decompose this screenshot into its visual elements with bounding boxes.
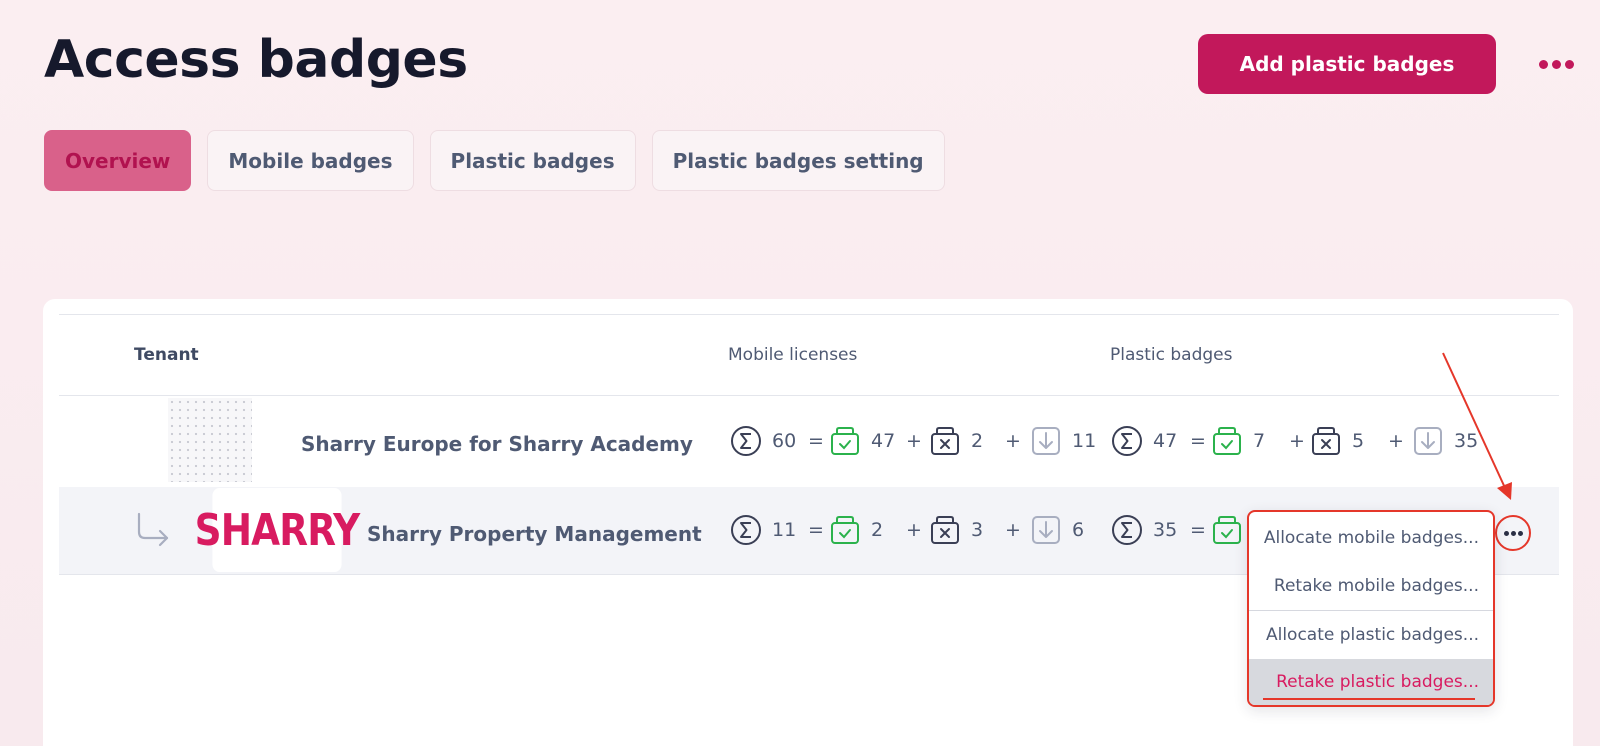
more-icon[interactable] <box>1534 48 1578 80</box>
mobile-total: 11 <box>730 514 796 546</box>
mobile-active: 2 <box>829 514 883 546</box>
plus-sign: + <box>906 519 922 541</box>
badge-available-icon <box>1412 425 1444 457</box>
badge-active-icon <box>829 514 861 546</box>
mobile-available: 6 <box>1030 514 1084 546</box>
tab-mobile-badges[interactable]: Mobile badges <box>207 130 414 191</box>
menu-divider <box>1249 610 1493 611</box>
plastic-total: 47 <box>1111 425 1177 457</box>
mobile-blocked: 3 <box>929 514 983 546</box>
plus-sign: + <box>1289 430 1305 452</box>
divider <box>59 314 1559 315</box>
tenant-name[interactable]: Sharry Property Management <box>367 522 702 546</box>
mobile-blocked: 2 <box>929 425 983 457</box>
menu-item-retake-mobile[interactable]: Retake mobile badges... <box>1274 576 1479 596</box>
badge-available-icon <box>1030 514 1062 546</box>
equals-sign: = <box>1190 430 1206 452</box>
subtenant-arrow-icon <box>137 512 169 547</box>
tab-plastic-badges-setting[interactable]: Plastic badges setting <box>651 130 945 191</box>
sum-icon <box>730 514 762 546</box>
plastic-blocked: 5 <box>1310 425 1364 457</box>
divider <box>59 395 1559 396</box>
badge-blocked-icon <box>929 514 961 546</box>
sum-icon <box>1111 425 1143 457</box>
row-actions-menu: Allocate mobile badges... Retake mobile … <box>1247 510 1495 707</box>
badge-blocked-icon <box>1310 425 1342 457</box>
equals-sign: = <box>808 519 824 541</box>
menu-item-allocate-plastic[interactable]: Allocate plastic badges... <box>1266 625 1479 645</box>
header-mobile-licenses: Mobile licenses <box>728 345 858 365</box>
tenant-logo: SHARRY <box>195 488 360 572</box>
equals-sign: = <box>1190 519 1206 541</box>
sum-icon <box>1111 514 1143 546</box>
tab-plastic-badges[interactable]: Plastic badges <box>429 130 636 191</box>
menu-item-allocate-mobile[interactable]: Allocate mobile badges... <box>1264 528 1479 548</box>
add-plastic-badges-button[interactable]: Add plastic badges <box>1198 34 1496 94</box>
mobile-available: 11 <box>1030 425 1096 457</box>
plus-sign: + <box>1005 519 1021 541</box>
badge-active-icon <box>1211 425 1243 457</box>
plus-sign: + <box>1005 430 1021 452</box>
menu-item-retake-plastic[interactable]: Retake plastic badges... <box>1276 672 1479 692</box>
page-title: Access badges <box>44 30 468 90</box>
row-actions-more-icon[interactable] <box>1495 515 1531 551</box>
badge-blocked-icon <box>929 425 961 457</box>
badge-active-icon <box>1211 514 1243 546</box>
equals-sign: = <box>808 430 824 452</box>
tab-overview[interactable]: Overview <box>44 130 192 191</box>
badge-available-icon <box>1030 425 1062 457</box>
mobile-total: 60 <box>730 425 796 457</box>
plastic-active: 7 <box>1211 425 1265 457</box>
plastic-total: 35 <box>1111 514 1177 546</box>
header-tenant: Tenant <box>134 345 199 365</box>
plus-sign: + <box>1388 430 1404 452</box>
plus-sign: + <box>906 430 922 452</box>
badge-active-icon <box>829 425 861 457</box>
tenant-name[interactable]: Sharry Europe for Sharry Academy <box>301 432 693 456</box>
annotation-underline <box>1263 698 1475 700</box>
mobile-active: 47 <box>829 425 895 457</box>
tenant-logo-placeholder <box>168 398 252 482</box>
header-plastic-badges: Plastic badges <box>1110 345 1233 365</box>
plastic-available: 35 <box>1412 425 1478 457</box>
tabs: Overview Mobile badges Plastic badges Pl… <box>44 130 945 191</box>
sum-icon <box>730 425 762 457</box>
